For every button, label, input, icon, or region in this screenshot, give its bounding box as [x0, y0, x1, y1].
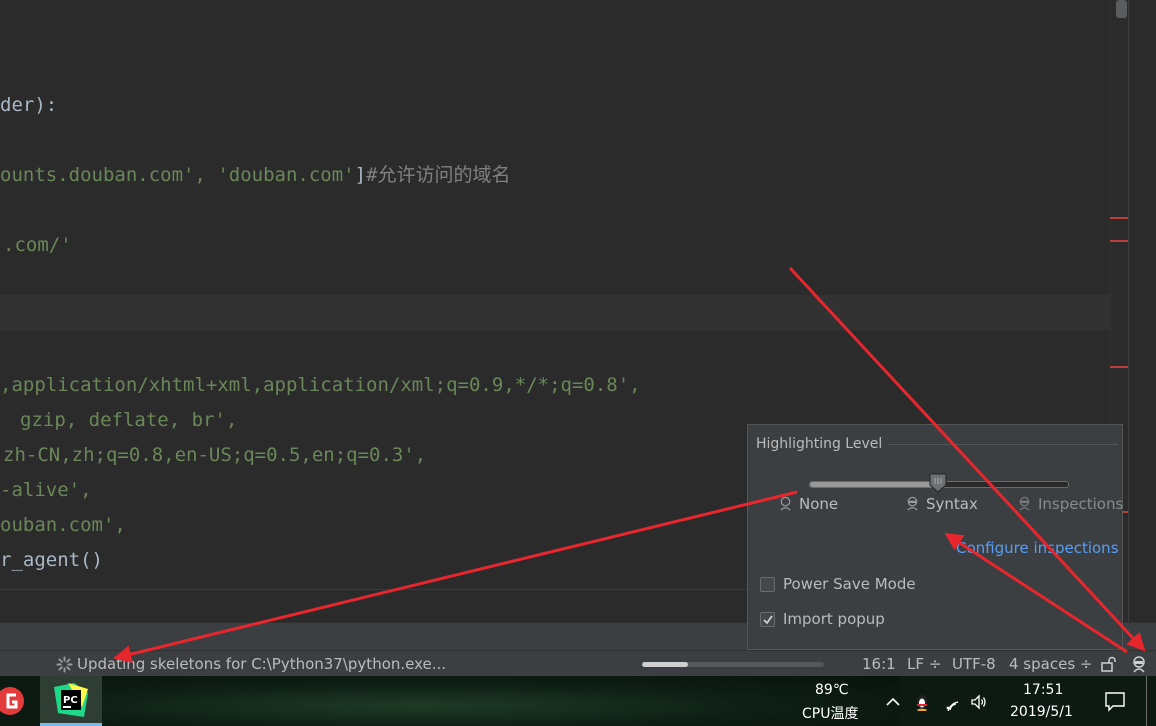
code-line[interactable]: ouban.com',: [0, 513, 126, 537]
code-line[interactable]: .com/': [3, 233, 72, 257]
hector-syntax-icon: [907, 496, 918, 511]
code-line[interactable]: zh-CN,zh;q=0.8,en-US;q=0.5,en;q=0.3',: [3, 443, 426, 467]
level-option-inspections[interactable]: Inspections: [1017, 495, 1123, 513]
import-popup-row[interactable]: Import popup: [760, 610, 885, 628]
status-bar: Updating skeletons for C:\Python37\pytho…: [0, 650, 1156, 677]
show-desktop-divider[interactable]: [1146, 676, 1147, 726]
caret-position[interactable]: 16:1: [862, 655, 896, 673]
clock-date[interactable]: 2019/5/1: [1010, 704, 1073, 720]
popup-title: Highlighting Level: [756, 436, 883, 452]
error-stripe-mark[interactable]: [1110, 217, 1128, 219]
caret-line-highlight: [0, 295, 1110, 330]
svg-text:PC: PC: [63, 695, 78, 706]
slider-fill: [810, 482, 939, 487]
level-option-none[interactable]: None: [778, 495, 838, 513]
code-line[interactable]: r_agent(): [0, 548, 103, 572]
pycharm-taskbar-button[interactable]: PC: [40, 676, 102, 726]
spinner-icon: [56, 656, 73, 673]
code-token: zh-CN,zh;q=0.8,en-US;q=0.5,en;q=0.3',: [3, 444, 427, 466]
hector-none-icon: [780, 496, 791, 511]
qq-penguin-icon[interactable]: [913, 693, 931, 711]
windows-taskbar: PC 89℃ CPU温度 17:51 2019/5/1: [0, 676, 1156, 726]
code-line[interactable]: ,application/xhtml+xml,application/xml;q…: [0, 373, 641, 397]
code-token: gzip, deflate, br',: [20, 409, 238, 431]
indent-selector[interactable]: 4 spaces ÷: [1009, 655, 1092, 673]
cpu-temperature-label: CPU温度: [802, 706, 859, 722]
hector-inspections-icon: [1019, 496, 1030, 511]
task-progress-bar[interactable]: [642, 662, 824, 667]
code-token: r_agent(): [0, 549, 103, 571]
level-option-syntax[interactable]: Syntax: [905, 495, 978, 513]
task-progress-fill: [642, 662, 688, 667]
code-token: ,application/xhtml+xml,application/xml;q…: [0, 374, 641, 396]
speaker-icon[interactable]: [970, 693, 988, 711]
code-token: .com/': [3, 234, 72, 256]
highlighting-level-popup: Highlighting Level None Syntax Inspectio…: [747, 424, 1123, 650]
notification-center-icon[interactable]: [1104, 690, 1126, 712]
code-line[interactable]: ounts.douban.com', 'douban.com']#允许访问的域名: [0, 163, 511, 187]
code-line[interactable]: -alive',: [0, 478, 92, 502]
power-save-label: Power Save Mode: [783, 575, 916, 593]
taskbar-background: [100, 676, 900, 726]
import-popup-checkbox[interactable]: [760, 612, 775, 627]
configure-inspections-link[interactable]: Configure inspections: [956, 539, 1119, 557]
background-task-text[interactable]: Updating skeletons for C:\Python37\pytho…: [77, 655, 446, 673]
clock-time[interactable]: 17:51: [1023, 682, 1063, 698]
popup-title-separator: [888, 444, 1118, 445]
level-label-none: None: [799, 495, 839, 513]
pycharm-icon: PC: [54, 683, 88, 717]
screen: der): ounts.douban.com', 'douban.com']#允许…: [0, 0, 1156, 726]
red-app-icon[interactable]: [0, 682, 28, 720]
code-line[interactable]: der):: [0, 93, 57, 117]
cpu-temperature[interactable]: 89℃: [815, 682, 849, 698]
vertical-scrollbar[interactable]: [1128, 0, 1156, 622]
code-token: ouban.com',: [0, 514, 126, 536]
code-token: der):: [0, 94, 58, 116]
error-stripe-mark[interactable]: [1110, 240, 1128, 242]
code-line[interactable]: gzip, deflate, br',: [20, 408, 237, 432]
checkmark-icon: [763, 615, 773, 625]
level-label-syntax: Syntax: [926, 495, 978, 513]
wifi-icon[interactable]: [944, 693, 962, 711]
scrollbar-thumb[interactable]: [1116, 0, 1127, 18]
code-token: #允许访问的域名: [366, 164, 511, 186]
error-stripe-mark[interactable]: [1110, 366, 1128, 368]
file-encoding-selector[interactable]: UTF-8: [952, 655, 996, 673]
code-token: -alive',: [0, 479, 92, 501]
chevron-up-icon[interactable]: [884, 693, 902, 711]
power-save-checkbox[interactable]: [760, 577, 775, 592]
line-separator-selector[interactable]: LF ÷: [907, 655, 941, 673]
slider-thumb[interactable]: [929, 473, 947, 493]
level-label-inspections: Inspections: [1038, 495, 1124, 513]
code-token: ounts.douban.com', 'douban.com': [0, 164, 355, 186]
unlock-icon[interactable]: [1100, 656, 1116, 672]
code-token: ]: [354, 164, 367, 186]
power-save-row[interactable]: Power Save Mode: [760, 575, 916, 593]
hector-inspector-icon[interactable]: [1130, 655, 1148, 673]
import-popup-label: Import popup: [783, 610, 885, 628]
